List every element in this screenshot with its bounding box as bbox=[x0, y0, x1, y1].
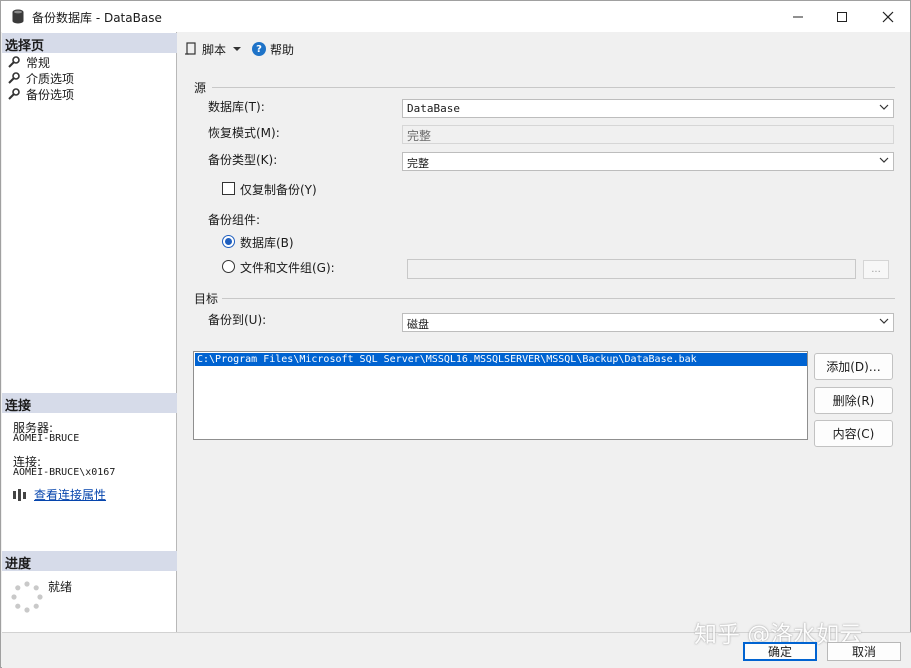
nav-item-general[interactable]: 常规 bbox=[8, 54, 50, 70]
script-label: 脚本 bbox=[202, 42, 227, 57]
left-pane: 选择页 常规 介质选项 备份选项 连接 服务器: AOMEI-BRUCE 连接:… bbox=[2, 32, 177, 632]
help-icon: ? bbox=[252, 42, 267, 56]
database-select[interactable]: DataBase bbox=[402, 99, 894, 118]
nav-item-label: 常规 bbox=[26, 55, 51, 70]
wrench-icon bbox=[8, 56, 20, 68]
nav-item-label: 介质选项 bbox=[26, 71, 75, 86]
script-button[interactable]: 脚本 bbox=[184, 41, 226, 58]
backup-type-label: 备份类型(K): bbox=[208, 153, 278, 167]
add-destination-button[interactable]: 添加(D)… bbox=[814, 353, 893, 380]
filegroup-field bbox=[407, 259, 856, 279]
progress-spinner-icon bbox=[11, 581, 43, 613]
chevron-down-icon bbox=[879, 157, 889, 163]
window-title: 备份数据库 - DataBase bbox=[32, 11, 162, 25]
destination-group-title: 目标 bbox=[194, 292, 219, 306]
close-button[interactable] bbox=[865, 1, 911, 32]
help-button[interactable]: ? 帮助 bbox=[252, 41, 294, 58]
destination-list[interactable]: C:\Program Files\Microsoft SQL Server\MS… bbox=[193, 351, 808, 440]
backup-to-select-value: 磁盘 bbox=[407, 318, 429, 331]
database-icon bbox=[12, 9, 24, 24]
cancel-button[interactable]: 取消 bbox=[827, 642, 901, 661]
minimize-button[interactable] bbox=[775, 1, 821, 32]
server-value: AOMEI-BRUCE bbox=[13, 433, 80, 444]
source-divider bbox=[212, 87, 895, 88]
wrench-icon bbox=[8, 88, 20, 100]
recovery-model-label: 恢复模式(M): bbox=[208, 126, 280, 140]
database-label: 数据库(T): bbox=[208, 100, 265, 114]
connection-header: 连接 bbox=[2, 393, 177, 414]
remove-destination-button[interactable]: 删除(R) bbox=[814, 387, 893, 414]
component-files-label: 文件和文件组(G): bbox=[240, 261, 335, 275]
maximize-button[interactable] bbox=[819, 1, 865, 32]
toolbar: 脚本 ? 帮助 bbox=[184, 40, 294, 58]
chevron-down-icon bbox=[879, 104, 889, 110]
script-icon bbox=[185, 42, 196, 55]
backup-to-label: 备份到(U): bbox=[208, 313, 267, 327]
connection-value: AOMEI-BRUCE\x0167 bbox=[13, 467, 116, 478]
list-item[interactable]: C:\Program Files\Microsoft SQL Server\MS… bbox=[195, 353, 807, 366]
contents-button[interactable]: 内容(C) bbox=[814, 420, 893, 447]
minimize-icon bbox=[793, 16, 803, 17]
wrench-icon bbox=[8, 72, 20, 84]
component-database-radio[interactable] bbox=[222, 235, 235, 248]
database-select-value: DataBase bbox=[407, 102, 460, 115]
destination-divider bbox=[222, 298, 895, 299]
chevron-down-icon bbox=[879, 318, 889, 324]
connection-properties-icon bbox=[13, 488, 26, 501]
close-icon bbox=[882, 11, 894, 22]
help-label: 帮助 bbox=[270, 42, 295, 57]
progress-status: 就绪 bbox=[48, 580, 73, 594]
component-database-label: 数据库(B) bbox=[240, 236, 294, 250]
select-page-header: 选择页 bbox=[2, 33, 177, 54]
copy-only-label: 仅复制备份(Y) bbox=[240, 183, 317, 197]
browse-filegroup-button[interactable]: ... bbox=[863, 260, 889, 279]
maximize-icon bbox=[837, 11, 847, 22]
backup-component-label: 备份组件: bbox=[208, 213, 261, 227]
nav-item-label: 备份选项 bbox=[26, 87, 75, 102]
backup-type-select-value: 完整 bbox=[407, 157, 429, 170]
copy-only-checkbox[interactable] bbox=[222, 182, 235, 195]
ok-button[interactable]: 确定 bbox=[743, 642, 817, 661]
backup-type-select[interactable]: 完整 bbox=[402, 152, 894, 171]
view-connection-properties-label: 查看连接属性 bbox=[34, 488, 107, 502]
nav-item-backup-options[interactable]: 备份选项 bbox=[8, 86, 74, 102]
backup-database-window: 备份数据库 - DataBase 选择页 常规 介质选项 备份选项 连接 服务器… bbox=[0, 0, 911, 668]
progress-header: 进度 bbox=[2, 551, 177, 572]
nav-item-media-options[interactable]: 介质选项 bbox=[8, 70, 74, 86]
backup-to-select[interactable]: 磁盘 bbox=[402, 313, 894, 332]
component-files-radio[interactable] bbox=[222, 260, 235, 273]
chevron-down-icon[interactable] bbox=[232, 44, 242, 54]
title-bar: 备份数据库 - DataBase bbox=[1, 1, 910, 32]
view-connection-properties-link[interactable]: 查看连接属性 bbox=[12, 486, 106, 503]
recovery-model-value: 完整 bbox=[402, 125, 894, 144]
source-group-title: 源 bbox=[194, 81, 207, 95]
